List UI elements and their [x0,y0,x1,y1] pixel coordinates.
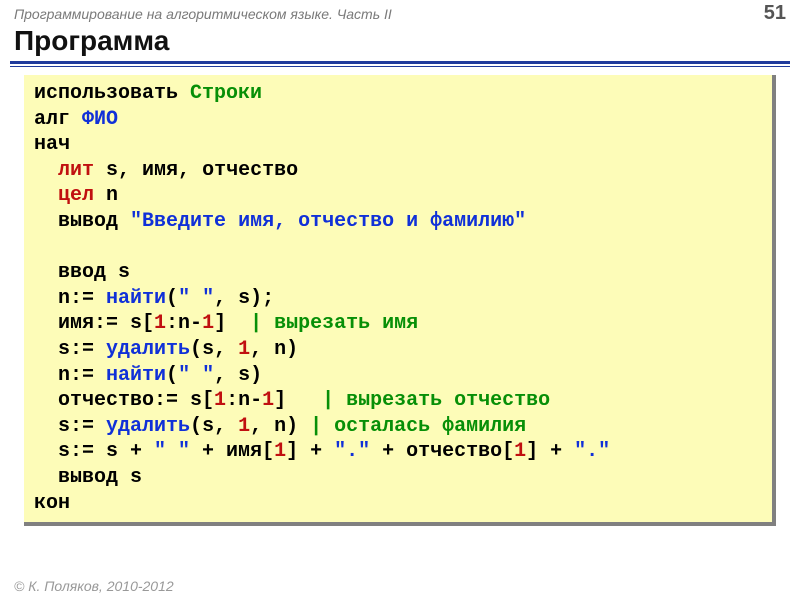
op2: ( [190,338,202,361]
assign-s-del1: s:= [58,338,106,361]
dot1: "." [334,440,370,463]
fn-find1: найти [106,287,166,310]
cn2: , n) [250,415,298,438]
n1e: 1 [262,389,274,412]
vars-decl: s, имя, отчество [106,159,298,182]
footer-copyright: © К. Поляков, 2010-2012 [14,578,174,594]
cnm2: :n- [226,389,262,412]
vyvod-s: вывод s [58,466,142,489]
cnm1: :n- [166,312,202,335]
kw-cel: цел [58,184,94,207]
vvod-s: ввод s [58,261,130,284]
cp2: ] + [526,440,574,463]
title-divider-thin [10,66,790,67]
kw-vyvod1: вывод [58,210,118,233]
cb1: ] [214,312,226,335]
kw-use: использовать [34,82,178,105]
fn-del2: удалить [106,415,190,438]
s-concat: s:= s + [58,440,154,463]
plus-imya: + имя[ [190,440,274,463]
op3: ( [166,364,178,387]
open-par1: ( [166,287,178,310]
header-bar: Программирование на алгоритмическом язык… [0,0,800,25]
ident-fio: ФИО [82,108,118,131]
cmt-left-fam: | осталась фамилия [310,415,526,438]
cmt-cut-otch: | вырезать отчество [322,389,550,412]
assign-n: n:= [58,287,106,310]
assign-n2: n:= [58,364,106,387]
assign-otch: отчество:= s[ [58,389,214,412]
prompt-str: "Введите имя, отчество и фамилию" [130,210,526,233]
kw-kon: кон [34,492,70,515]
kw-nach: нач [34,133,70,156]
fn-find2: найти [106,364,166,387]
cmt-cut-name: | вырезать имя [250,312,418,335]
code-block: использовать Строки алг ФИО нач лит s, и… [24,75,776,526]
cp1: ] + [286,440,334,463]
assign-name: имя:= s[ [58,312,154,335]
cn1: , n) [250,338,298,361]
kw-alg: алг [34,108,70,131]
kw-lit: лит [58,159,94,182]
page-title: Программа [0,25,800,61]
n1b: 1 [202,312,214,335]
n1c: 1 [238,338,250,361]
op4: ( [190,415,202,438]
cs1: , [214,338,238,361]
fn-del1: удалить [106,338,190,361]
comma-s1: , s); [214,287,274,310]
nvar: n [106,184,118,207]
assign-s-del2: s:= [58,415,106,438]
cs2: , [214,415,238,438]
n1f: 1 [238,415,250,438]
dot2: "." [574,440,610,463]
space1: " " [178,287,214,310]
page-number: 51 [764,2,786,25]
slide: Программирование на алгоритмическом язык… [0,0,800,600]
cb2: ] [274,389,286,412]
space3: " " [154,440,190,463]
n1d: 1 [214,389,226,412]
subject-line: Программирование на алгоритмическом язык… [14,6,392,22]
space2: " " [178,364,214,387]
title-divider-thick [10,61,790,64]
plus-otch: + отчество[ [370,440,514,463]
comma-s2: , s) [214,364,262,387]
n1g: 1 [274,440,286,463]
ident-stroki: Строки [190,82,262,105]
n1h: 1 [514,440,526,463]
n1a: 1 [154,312,166,335]
